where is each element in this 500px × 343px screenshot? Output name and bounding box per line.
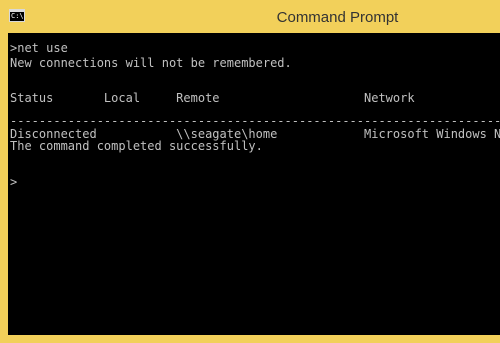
console-line: New connections will not be remembered. <box>10 56 292 70</box>
console-line: >net use <box>10 41 68 55</box>
console-prompt: > <box>10 175 18 189</box>
console-separator: ----------------------------------------… <box>10 114 500 128</box>
console-line: Status Local Remote Network <box>10 91 415 105</box>
window-title: Command Prompt <box>276 9 399 26</box>
title-bar[interactable]: C:\. Command Prompt <box>0 0 500 32</box>
command-prompt-window: C:\. Command Prompt >net use New connect… <box>0 0 500 343</box>
console-output[interactable]: >net use New connections will not be rem… <box>8 33 500 335</box>
console-line: The command completed successfully. <box>10 139 263 153</box>
window-bottom-border <box>0 335 500 343</box>
